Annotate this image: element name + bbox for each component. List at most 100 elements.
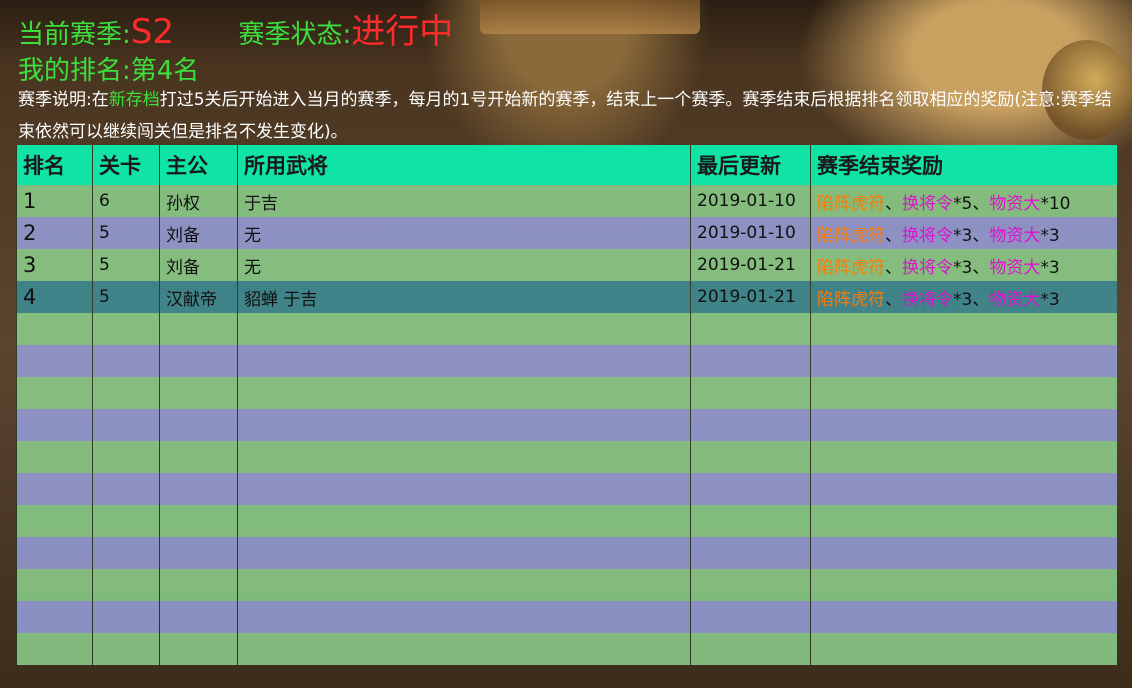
cell-reward — [810, 313, 1117, 345]
reward-item-b: 换将令 — [902, 257, 953, 278]
cell-rank: 4 — [16, 281, 93, 313]
table-row-empty — [16, 441, 1117, 473]
reward-item-a: 陷阵虎符 — [817, 193, 885, 214]
cell-lord — [159, 409, 238, 441]
reward-item-a: 陷阵虎符 — [817, 289, 885, 310]
cell-level — [92, 537, 160, 569]
table-row[interactable]: 1 6 孙权 于吉 2019-01-10 陷阵虎符、换将令*5、物资大*10 — [16, 185, 1117, 217]
cell-generals — [237, 601, 691, 633]
cell-generals — [237, 569, 691, 601]
table-row-empty — [16, 537, 1117, 569]
cell-reward — [810, 601, 1117, 633]
season-description: 赛季说明:在新存档打过5关后开始进入当月的赛季，每月的1号开始新的赛季，结束上一… — [18, 84, 1118, 148]
cell-level — [92, 601, 160, 633]
table-row[interactable]: 3 5 刘备无 2019-01-21 陷阵虎符、换将令*3、物资大*3 — [16, 249, 1117, 281]
season-status-line: 当前赛季:S2 赛季状态:进行中 — [18, 4, 453, 53]
table-row-empty — [16, 473, 1117, 505]
table-row-empty — [16, 409, 1117, 441]
reward-sep: 、 — [885, 225, 902, 246]
cell-reward — [810, 409, 1117, 441]
table-row-empty — [16, 345, 1117, 377]
cell-level — [92, 313, 160, 345]
cell-generals: 无 — [237, 217, 691, 249]
cell-lord — [159, 601, 238, 633]
table-row-empty — [16, 313, 1117, 345]
cell-reward: 陷阵虎符、换将令*3、物资大*3 — [810, 249, 1117, 281]
cell-generals: 无 — [237, 249, 691, 281]
cell-updated — [690, 601, 811, 633]
cell-updated: 2019-01-10 — [690, 217, 811, 249]
reward-item-c: 物资大 — [989, 289, 1041, 310]
reward-sep: 、 — [885, 193, 902, 214]
reward-sep: 、 — [885, 289, 902, 310]
table-row-empty — [16, 633, 1117, 665]
my-rank-label: 我的排名: — [18, 56, 131, 86]
cell-updated: 2019-01-21 — [690, 281, 811, 313]
cell-level: 5 — [92, 249, 160, 281]
table-row[interactable]: 2 5 刘备无 2019-01-10 陷阵虎符、换将令*3、物资大*3 — [16, 217, 1117, 249]
reward-qty: *3 — [953, 257, 973, 278]
table-row[interactable]: 4 5 汉献帝 貂蝉 于吉 2019-01-21 陷阵虎符、换将令*3、物资大*3 — [16, 281, 1117, 313]
cell-reward — [810, 345, 1117, 377]
cell-reward — [810, 569, 1117, 601]
cell-generals — [237, 505, 691, 537]
cell-rank — [16, 409, 93, 441]
current-season-value: S2 — [130, 12, 174, 52]
camp-banner — [480, 0, 700, 34]
ranking-table: 排名 关卡 主公 所用武将 最后更新 赛季结束奖励 1 6 孙权 于吉 2019-01-… — [16, 145, 1117, 665]
header-updated: 最后更新 — [690, 145, 811, 185]
reward-qty: *3 — [1040, 257, 1060, 278]
cell-updated: 2019-01-10 — [690, 185, 811, 217]
cell-rank — [16, 377, 93, 409]
cell-lord — [159, 537, 238, 569]
reward-item-a: 陷阵虎符 — [817, 225, 885, 246]
cell-reward: 陷阵虎符、换将令*3、物资大*3 — [810, 217, 1117, 249]
description-rest: 打过5关后开始进入当月的赛季，每月的1号开始新的赛季，结束上一个赛季。赛季结束后… — [18, 90, 1112, 142]
cell-reward: 陷阵虎符、换将令*5、物资大*10 — [810, 185, 1117, 217]
cell-updated — [690, 537, 811, 569]
cell-level: 5 — [92, 281, 160, 313]
reward-item-a: 陷阵虎符 — [817, 257, 885, 278]
cell-lord: 刘备 — [159, 249, 238, 281]
cell-lord: 汉献帝 — [159, 281, 238, 313]
cell-lord — [159, 473, 238, 505]
current-season-label: 当前赛季: — [18, 20, 131, 50]
cell-rank — [16, 313, 93, 345]
reward-item-b: 换将令 — [902, 193, 953, 214]
my-rank: 我的排名:第4名 — [18, 50, 199, 87]
cell-updated — [690, 441, 811, 473]
header-generals: 所用武将 — [237, 145, 691, 185]
cell-rank — [16, 505, 93, 537]
cell-updated — [690, 473, 811, 505]
cell-generals: 于吉 — [237, 185, 691, 217]
cell-generals — [237, 345, 691, 377]
cell-level — [92, 505, 160, 537]
header-lord: 主公 — [159, 145, 238, 185]
cell-reward — [810, 473, 1117, 505]
cell-lord: 孙权 — [159, 185, 238, 217]
cell-reward — [810, 377, 1117, 409]
reward-qty: *5 — [953, 193, 973, 214]
cell-rank — [16, 345, 93, 377]
reward-sep: 、 — [972, 225, 990, 246]
cell-rank: 2 — [16, 217, 93, 249]
table-row-empty — [16, 505, 1117, 537]
cell-level: 6 — [92, 185, 160, 217]
header-rank: 排名 — [16, 145, 93, 185]
cell-lord — [159, 569, 238, 601]
cell-rank — [16, 601, 93, 633]
cell-level — [92, 441, 160, 473]
cell-reward — [810, 537, 1117, 569]
season-status-label: 赛季状态: — [238, 20, 352, 50]
cell-generals — [237, 633, 691, 665]
cell-rank: 3 — [16, 249, 93, 281]
cell-level — [92, 473, 160, 505]
my-rank-value: 第4名 — [130, 56, 200, 86]
table-row-empty — [16, 377, 1117, 409]
cell-updated — [690, 633, 811, 665]
cell-rank — [16, 633, 93, 665]
reward-item-c: 物资大 — [989, 257, 1041, 278]
cell-generals — [237, 537, 691, 569]
cell-generals — [237, 441, 691, 473]
cell-lord: 刘备 — [159, 217, 238, 249]
